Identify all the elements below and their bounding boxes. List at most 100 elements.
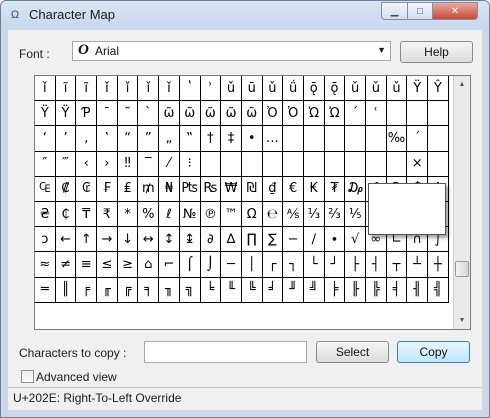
- character-cell[interactable]: ↑: [76, 227, 98, 253]
- character-cell[interactable]: ῶ: [200, 101, 222, 127]
- character-cell[interactable]: ⌂: [138, 252, 160, 278]
- character-cell[interactable]: ǐ: [35, 76, 56, 102]
- character-cell[interactable]: ₪: [241, 176, 263, 202]
- characters-to-copy-field[interactable]: [144, 341, 307, 363]
- character-cell[interactable]: ∂: [200, 227, 222, 253]
- character-cell[interactable]: [428, 101, 449, 127]
- character-cell[interactable]: ˊ: [345, 101, 366, 127]
- character-cell[interactable]: ‘: [35, 126, 56, 152]
- character-cell[interactable]: │: [241, 252, 263, 278]
- character-cell[interactable]: ╔: [117, 277, 139, 303]
- character-cell[interactable]: ↕: [159, 227, 180, 253]
- character-cell[interactable]: ╕: [138, 277, 160, 303]
- character-cell[interactable]: ∆: [221, 227, 242, 253]
- character-cell[interactable]: √: [345, 227, 366, 253]
- character-cell[interactable]: Ὠ: [303, 101, 325, 127]
- character-cell[interactable]: ῶ: [241, 101, 263, 127]
- character-cell[interactable]: Ὀ: [262, 101, 284, 127]
- character-cell[interactable]: „: [159, 126, 180, 152]
- character-cell[interactable]: ≥: [117, 252, 139, 278]
- character-cell[interactable]: ₮: [324, 176, 346, 202]
- character-cell[interactable]: ∕: [303, 227, 325, 253]
- character-cell[interactable]: ↨: [179, 227, 201, 253]
- character-cell[interactable]: ╚: [241, 277, 263, 303]
- character-cell[interactable]: ⌡: [200, 252, 222, 278]
- character-cell[interactable]: ⁝: [179, 151, 201, 177]
- character-cell[interactable]: ╞: [324, 277, 346, 303]
- character-cell[interactable]: ⅕: [345, 201, 366, 228]
- character-cell[interactable]: “: [117, 126, 139, 152]
- character-cell[interactable]: ǭ: [303, 76, 325, 102]
- advanced-view-checkbox[interactable]: [21, 370, 34, 383]
- character-cell[interactable]: ≠: [55, 252, 77, 278]
- character-cell[interactable]: [303, 126, 325, 152]
- character-cell[interactable]: †: [200, 126, 222, 152]
- character-cell[interactable]: [407, 101, 429, 127]
- character-cell[interactable]: ≡: [76, 252, 98, 278]
- character-cell[interactable]: ≈: [35, 252, 56, 278]
- character-cell[interactable]: ┘: [324, 252, 346, 278]
- character-cell[interactable]: ‡: [221, 126, 242, 152]
- character-cell[interactable]: ←: [55, 227, 77, 253]
- character-cell[interactable]: Ÿ: [407, 76, 429, 102]
- character-cell[interactable]: ǔ: [386, 76, 408, 102]
- character-cell[interactable]: ™: [221, 201, 242, 228]
- character-cell[interactable]: ‛: [97, 126, 118, 152]
- character-cell[interactable]: Ÿ: [35, 101, 56, 127]
- character-cell[interactable]: ₫: [262, 176, 284, 202]
- character-cell[interactable]: ‾: [138, 151, 160, 177]
- character-cell[interactable]: ῶ: [179, 101, 201, 127]
- character-cell[interactable]: ─: [221, 252, 242, 278]
- character-cell[interactable]: ‹: [76, 151, 98, 177]
- character-cell[interactable]: Ƥ: [76, 101, 98, 127]
- character-cell[interactable]: ‼: [117, 151, 139, 177]
- character-cell[interactable]: ₡: [55, 176, 77, 202]
- vertical-scrollbar[interactable]: ▲ ▼: [453, 76, 470, 329]
- character-cell[interactable]: [283, 151, 304, 177]
- character-cell[interactable]: ╘: [200, 277, 222, 303]
- character-cell[interactable]: *: [117, 201, 139, 228]
- character-cell[interactable]: ℮: [262, 201, 284, 228]
- dropdown-arrow-icon[interactable]: ▼: [377, 45, 386, 55]
- character-cell[interactable]: [386, 151, 408, 177]
- character-cell[interactable]: ”: [138, 126, 160, 152]
- character-cell[interactable]: ʽ: [179, 76, 201, 102]
- character-cell[interactable]: ₵: [55, 201, 77, 228]
- character-cell[interactable]: ₨: [200, 176, 222, 202]
- character-cell[interactable]: [303, 151, 325, 177]
- character-cell[interactable]: ┼: [428, 252, 449, 278]
- character-cell[interactable]: ₠: [35, 176, 56, 202]
- character-cell[interactable]: [428, 126, 449, 152]
- character-cell[interactable]: ₥: [138, 176, 160, 202]
- character-cell[interactable]: `: [138, 101, 160, 127]
- character-cell[interactable]: ǔ: [366, 76, 387, 102]
- character-cell[interactable]: %: [138, 201, 160, 228]
- character-cell[interactable]: ‴: [55, 151, 77, 177]
- character-cell[interactable]: ū: [241, 76, 263, 102]
- character-cell[interactable]: [262, 151, 284, 177]
- title-bar[interactable]: Ω Character Map ▁ □ ✕: [1, 1, 489, 29]
- help-button[interactable]: Help: [400, 41, 473, 63]
- character-cell[interactable]: ₭: [303, 176, 325, 202]
- character-cell[interactable]: ῶ: [159, 101, 180, 127]
- character-cell[interactable]: ⁄: [159, 151, 180, 177]
- character-cell[interactable]: ╢: [407, 277, 429, 303]
- character-cell[interactable]: ’: [55, 126, 77, 152]
- character-cell[interactable]: ⅍: [283, 201, 304, 228]
- character-cell[interactable]: ǘ: [283, 76, 304, 102]
- character-cell[interactable]: ⅔: [324, 201, 346, 228]
- character-cell[interactable]: €: [283, 176, 304, 202]
- character-cell[interactable]: [324, 151, 346, 177]
- character-cell[interactable]: ⌐: [159, 252, 180, 278]
- character-cell[interactable]: ǐ: [159, 76, 180, 102]
- character-cell[interactable]: ‚: [76, 126, 98, 152]
- character-cell[interactable]: ℗: [200, 201, 222, 228]
- character-cell[interactable]: ╝: [303, 277, 325, 303]
- character-cell[interactable]: Ω: [241, 201, 263, 228]
- close-button[interactable]: ✕: [432, 2, 478, 20]
- character-cell[interactable]: ╡: [386, 277, 408, 303]
- character-cell[interactable]: №: [179, 201, 201, 228]
- character-cell[interactable]: ›: [97, 151, 118, 177]
- character-cell[interactable]: ↄ: [35, 227, 56, 253]
- character-cell[interactable]: [241, 151, 263, 177]
